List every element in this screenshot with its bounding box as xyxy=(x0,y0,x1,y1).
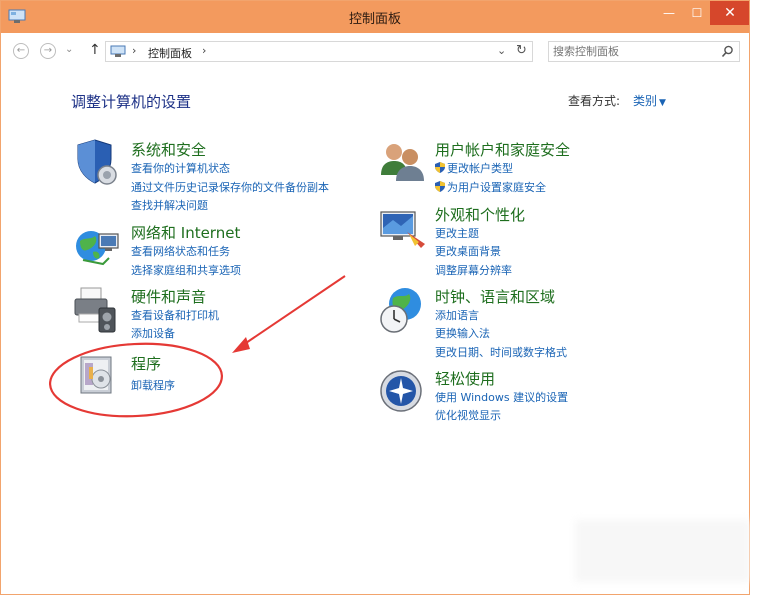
view-by-dropdown[interactable]: 类别 ▼ xyxy=(633,92,666,109)
page-heading: 调整计算机的设置 xyxy=(71,93,192,111)
printer-icon[interactable] xyxy=(73,286,123,336)
link-change-input-method[interactable]: 更换输入法 xyxy=(435,325,490,341)
breadcrumb-separator-end[interactable]: › xyxy=(202,44,206,57)
link-change-account-type-label[interactable]: 更改帐户类型 xyxy=(447,162,513,175)
up-button[interactable]: ↑ xyxy=(89,42,101,58)
address-bar[interactable]: › 控制面板 › ⌄ ↻ xyxy=(105,41,533,62)
link-file-history-backup[interactable]: 通过文件历史记录保存你的文件备份副本 xyxy=(131,179,329,195)
link-uninstall-program[interactable]: 卸载程序 xyxy=(131,377,175,393)
category-title[interactable]: 硬件和声音 xyxy=(131,286,206,307)
recent-locations-button[interactable]: ⌄ xyxy=(65,44,73,55)
ease-of-access-icon[interactable] xyxy=(379,368,429,418)
view-by-label: 查看方式: xyxy=(568,94,621,108)
close-button[interactable]: ✕ xyxy=(710,1,749,25)
link-optimize-visual-display[interactable]: 优化视觉显示 xyxy=(435,407,501,423)
link-change-theme[interactable]: 更改主题 xyxy=(435,225,479,241)
category-title[interactable]: 外观和个性化 xyxy=(435,204,525,225)
category-title[interactable]: 程序 xyxy=(131,353,161,374)
search-box[interactable] xyxy=(548,41,740,62)
link-change-desktop-background[interactable]: 更改桌面背景 xyxy=(435,243,501,259)
minimize-button[interactable]: — xyxy=(656,1,682,25)
link-add-device[interactable]: 添加设备 xyxy=(131,325,175,341)
link-devices-printers[interactable]: 查看设备和打印机 xyxy=(131,307,219,323)
blurred-watermark-area xyxy=(575,520,750,582)
link-family-safety[interactable]: 为用户设置家庭安全 xyxy=(435,179,546,195)
category-title[interactable]: 系统和安全 xyxy=(131,139,206,160)
title-bar[interactable]: 控制面板 — ☐ ✕ xyxy=(1,1,749,33)
category-title[interactable]: 轻松使用 xyxy=(435,368,495,389)
link-view-computer-status[interactable]: 查看你的计算机状态 xyxy=(131,160,230,176)
appearance-icon[interactable] xyxy=(379,204,429,254)
link-add-language[interactable]: 添加语言 xyxy=(435,307,479,323)
maximize-button[interactable]: ☐ xyxy=(684,1,710,25)
link-troubleshoot[interactable]: 查找并解决问题 xyxy=(131,197,208,213)
link-family-safety-label[interactable]: 为用户设置家庭安全 xyxy=(447,181,546,194)
category-title[interactable]: 用户帐户和家庭安全 xyxy=(435,139,570,160)
search-icon[interactable] xyxy=(721,45,734,58)
chevron-down-icon[interactable]: ▼ xyxy=(659,98,666,108)
link-recommended-settings[interactable]: 使用 Windows 建议的设置 xyxy=(435,389,568,405)
category-title[interactable]: 时钟、语言和区域 xyxy=(435,286,555,307)
link-change-account-type[interactable]: 更改帐户类型 xyxy=(435,160,513,176)
shield-icon[interactable] xyxy=(73,139,123,189)
navigation-bar: ← → ⌄ ↑ › 控制面板 › ⌄ ↻ xyxy=(1,33,749,67)
link-network-status[interactable]: 查看网络状态和任务 xyxy=(131,243,230,259)
link-homegroup-sharing[interactable]: 选择家庭组和共享选项 xyxy=(131,262,241,278)
link-change-date-time-format[interactable]: 更改日期、时间或数字格式 xyxy=(435,344,567,360)
window-title: 控制面板 xyxy=(348,12,401,27)
search-input[interactable] xyxy=(553,43,713,60)
uac-shield-icon xyxy=(435,181,445,192)
clock-globe-icon[interactable] xyxy=(379,286,429,336)
back-button[interactable]: ← xyxy=(13,43,29,59)
control-panel-breadcrumb-icon xyxy=(110,45,126,57)
category-title[interactable]: 网络和 Internet xyxy=(131,222,240,243)
view-by-value[interactable]: 类别 xyxy=(633,94,657,108)
programs-icon[interactable] xyxy=(73,353,123,403)
breadcrumb-control-panel[interactable]: 控制面板 xyxy=(148,45,192,61)
breadcrumb-separator[interactable]: › xyxy=(132,44,136,57)
address-dropdown-button[interactable]: ⌄ xyxy=(497,44,506,57)
uac-shield-icon xyxy=(435,162,445,173)
link-adjust-resolution[interactable]: 调整屏幕分辨率 xyxy=(435,262,512,278)
users-icon[interactable] xyxy=(379,139,429,189)
refresh-button[interactable]: ↻ xyxy=(516,43,527,58)
forward-button[interactable]: → xyxy=(40,43,56,59)
control-panel-window: 控制面板 — ☐ ✕ ← → ⌄ ↑ › 控制面板 › ⌄ ↻ 搜索控制面板 调… xyxy=(0,0,750,595)
page-edge xyxy=(750,0,757,611)
network-icon[interactable] xyxy=(73,222,123,272)
